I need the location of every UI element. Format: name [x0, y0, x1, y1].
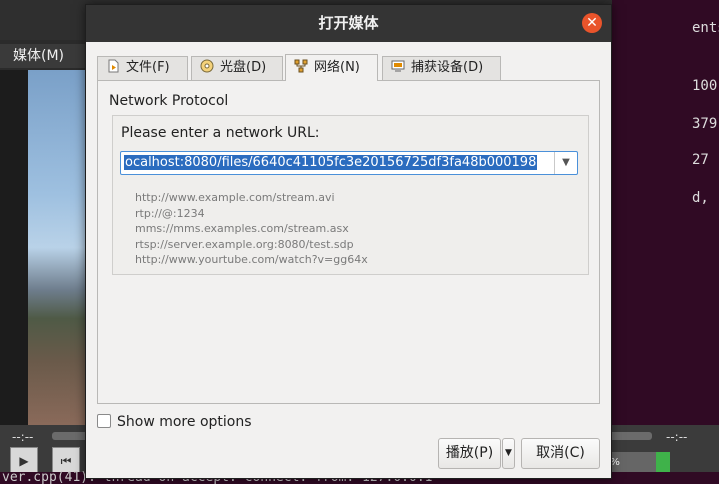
example-url: http://www.yourtube.com/watch?v=gg64x [135, 253, 368, 266]
terminal-line: 27 [692, 152, 709, 168]
capture-device-icon [391, 60, 405, 72]
open-media-dialog: 打开媒体 ✕ 文件(F) 光盘(D) 网络(N) 捕获设备(D) Network… [85, 4, 612, 479]
terminal-window: ents 100 379 27 d, [612, 0, 719, 484]
url-selected-text: ocalhost:8080/files/6640c41105fc3e201567… [124, 155, 538, 170]
tab-file[interactable]: 文件(F) [97, 56, 188, 80]
url-input[interactable]: ocalhost:8080/files/6640c41105fc3e201567… [124, 154, 554, 172]
tab-capture-device[interactable]: 捕获设备(D) [382, 56, 501, 80]
play-dropdown-icon[interactable]: ▼ [502, 438, 515, 469]
elapsed-time: --:-- [12, 430, 34, 444]
tab-label: 网络(N) [314, 60, 360, 75]
terminal-line: d, [692, 190, 709, 206]
total-time: --:-- [666, 430, 688, 444]
network-protocol-group: Please enter a network URL: ocalhost:808… [112, 115, 589, 275]
network-icon [294, 59, 308, 73]
terminal-line: 379 [692, 116, 718, 132]
close-icon[interactable]: ✕ [582, 13, 602, 33]
group-title: Network Protocol [109, 93, 229, 109]
example-url: rtp://@:1234 [135, 206, 205, 220]
show-more-checkbox[interactable] [97, 414, 111, 428]
tab-label: 光盘(D) [220, 60, 267, 75]
cancel-button[interactable]: 取消(C) [521, 438, 600, 469]
example-url: rtsp://server.example.org:8080/test.sdp [135, 237, 354, 251]
url-label: Please enter a network URL: [121, 125, 320, 141]
example-url: mms://mms.examples.com/stream.asx [135, 222, 349, 235]
tab-label: 捕获设备(D) [411, 60, 484, 75]
url-examples: http://www.example.com/stream.avi rtp://… [135, 190, 368, 268]
example-url: http://www.example.com/stream.avi [135, 191, 335, 204]
tab-disc[interactable]: 光盘(D) [191, 56, 283, 80]
vlc-menu-media[interactable]: 媒体(M) [13, 48, 64, 64]
show-more-options[interactable]: Show more options [97, 414, 252, 430]
network-url-combobox[interactable]: ocalhost:8080/files/6640c41105fc3e201567… [120, 151, 578, 175]
network-tab-panel: Network Protocol Please enter a network … [97, 80, 600, 404]
chevron-down-icon[interactable]: ▼ [554, 152, 577, 174]
show-more-label: Show more options [117, 414, 252, 430]
terminal-line: 100 [692, 78, 718, 94]
dialog-titlebar: 打开媒体 [86, 5, 611, 42]
terminal-left-strip [0, 70, 28, 425]
file-icon [108, 59, 119, 73]
disc-icon [200, 59, 214, 73]
tab-label: 文件(F) [126, 60, 170, 75]
play-button[interactable]: 播放(P) [438, 438, 501, 469]
tab-network[interactable]: 网络(N) [285, 54, 378, 81]
dialog-title: 打开媒体 [318, 14, 379, 32]
terminal-line: ents [692, 20, 719, 36]
